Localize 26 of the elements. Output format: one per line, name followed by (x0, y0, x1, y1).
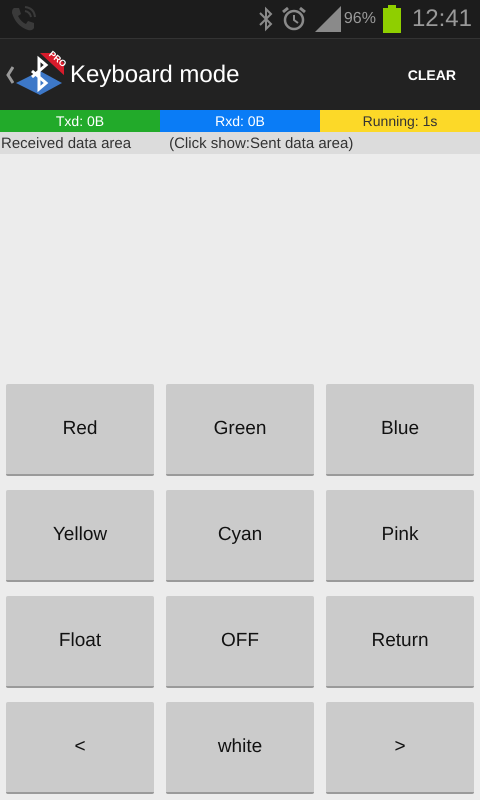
sent-area-hint[interactable]: (Click show:Sent data area) (169, 134, 354, 152)
battery-percent: 96% (344, 10, 376, 28)
received-area-label: Received data area (1, 134, 132, 152)
stat-label: Txd: 0B (0, 110, 160, 132)
keypad-button[interactable]: Cyan (166, 490, 314, 582)
clock-time: 12:41 (412, 5, 472, 33)
keypad-button[interactable]: Blue (326, 384, 474, 476)
signal-icon (314, 5, 342, 33)
keypad-button[interactable]: < (6, 702, 154, 794)
keypad-button[interactable]: Return (326, 596, 474, 688)
alarm-clock-icon (280, 5, 308, 33)
battery-icon (382, 5, 402, 33)
keypad-button[interactable]: OFF (166, 596, 314, 688)
keypad-button[interactable]: Float (6, 596, 154, 688)
stat-label: Rxd: 0B (160, 110, 320, 132)
keypad-button[interactable]: Pink (326, 490, 474, 582)
keypad-button[interactable]: Yellow (6, 490, 154, 582)
bluetooth-icon (258, 6, 274, 32)
keypad-button[interactable]: > (326, 702, 474, 794)
stat-label: Running: 1s (320, 110, 480, 132)
keypad-button[interactable]: Green (166, 384, 314, 476)
back-chevron-icon (6, 66, 14, 84)
clear-button[interactable]: CLEAR (402, 66, 462, 84)
screen-title: Keyboard mode (70, 60, 240, 88)
keypad-button[interactable]: Red (6, 384, 154, 476)
keypad-button[interactable]: white (166, 702, 314, 794)
